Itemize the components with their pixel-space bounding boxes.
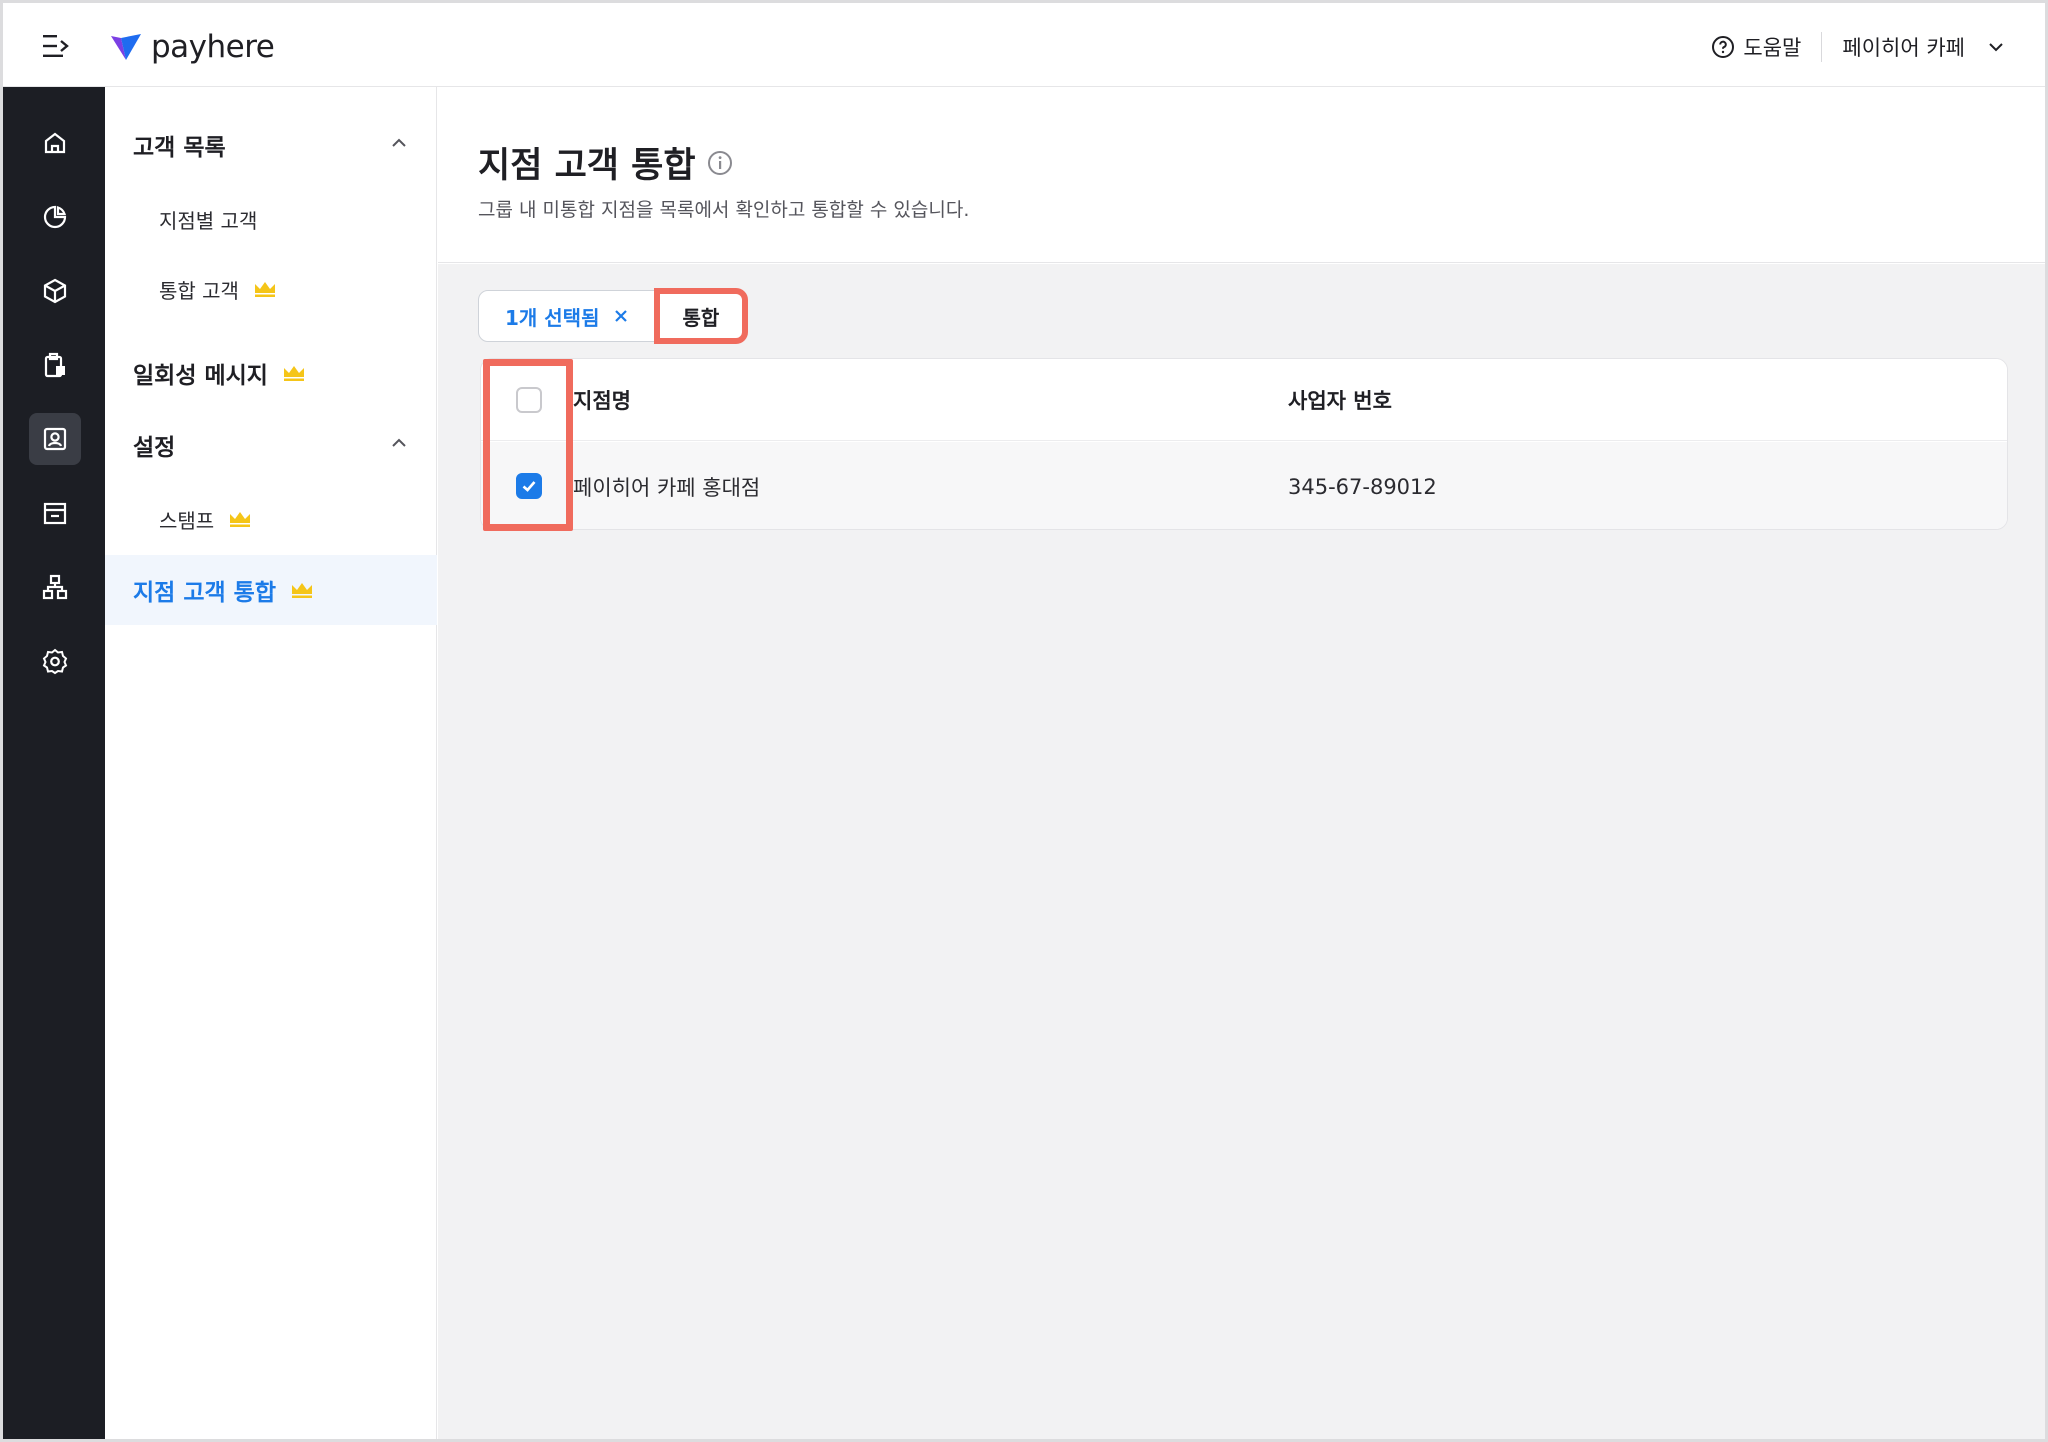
settings-icon[interactable] [29, 635, 81, 687]
row-checkbox[interactable] [516, 473, 542, 499]
store-name: 페이히어 카페 [1842, 36, 1965, 60]
chevron-down-icon [1989, 43, 2003, 52]
sidebar-item-one-time-message[interactable]: 일회성 메시지 [105, 343, 437, 403]
help-button[interactable]: 도움말 [1711, 32, 1801, 62]
sidebar-group-label: 일회성 메시지 [133, 363, 268, 389]
crown-icon [291, 583, 312, 598]
sidebar-item-stamp[interactable]: 스탬프 [105, 491, 437, 547]
crown-icon [254, 282, 275, 297]
icon-rail [3, 87, 105, 1439]
page-title-text: 지점 고객 통합 [478, 146, 696, 186]
cell-branch-name: 페이히어 카페 홍대점 [573, 475, 761, 500]
table-header: 지점명 사업자 번호 [481, 359, 2007, 441]
clipboard-icon[interactable] [29, 339, 81, 391]
column-header-branch-name: 지점명 [573, 388, 631, 413]
store-selector[interactable]: 페이히어 카페 [1842, 32, 2005, 62]
sidebar-item-label: 통합 고객 [159, 278, 239, 303]
table-row[interactable]: 페이히어 카페 홍대점 345-67-89012 [481, 442, 2007, 529]
customer-icon[interactable] [29, 413, 81, 465]
box-icon[interactable] [29, 265, 81, 317]
app-window: payhere 도움말 페이히어 카페 고객 목록 지점별 고객 통합 고객 일… [0, 0, 2048, 1442]
crown-icon [283, 366, 304, 381]
sidebar-item-label: 지점 고객 통합 [133, 580, 276, 606]
sidebar-item-label: 스탬프 [159, 508, 215, 533]
page-title: 지점 고객 통합 [478, 137, 734, 188]
merge-button[interactable]: 통합 [654, 288, 749, 344]
store-icon[interactable] [29, 487, 81, 539]
chart-pie-icon[interactable] [29, 191, 81, 243]
logo[interactable]: payhere [109, 27, 275, 67]
page-header: 지점 고객 통합 그룹 내 미통합 지점을 목록에서 확인하고 통합할 수 있습… [438, 87, 2045, 263]
clear-selection-chip[interactable]: 1개 선택됨 [478, 290, 657, 342]
sidebar-item-label: 지점별 고객 [159, 208, 258, 233]
select-all-checkbox[interactable] [516, 387, 542, 413]
close-icon [615, 310, 628, 322]
sidebar-item-integrated[interactable]: 통합 고객 [105, 261, 437, 317]
top-header: payhere 도움말 페이히어 카페 [3, 3, 2045, 87]
menu-toggle-icon[interactable] [39, 31, 75, 61]
chevron-up-icon [392, 438, 406, 447]
header-divider [1821, 32, 1823, 62]
sub-sidebar: 고객 목록 지점별 고객 통합 고객 일회성 메시지 설정 스탬프 지점 고객 … [105, 87, 437, 1439]
branch-table: 지점명 사업자 번호 페이히어 카페 홍대점 345-67-89012 [480, 358, 2008, 530]
info-icon[interactable] [706, 149, 734, 177]
column-header-business-number: 사업자 번호 [1288, 388, 1392, 413]
logo-mark-icon [111, 34, 141, 60]
sidebar-group-settings[interactable]: 설정 [105, 415, 437, 475]
main-content: 1개 선택됨 통합 지점명 사업자 번호 페이히어 카페 홍대점 345-67-… [438, 264, 2045, 1439]
sidebar-item-branch-merge[interactable]: 지점 고객 통합 [105, 555, 437, 625]
cell-business-number: 345-67-89012 [1288, 474, 1437, 499]
org-chart-icon[interactable] [29, 561, 81, 613]
selected-count-label: 1개 선택됨 [505, 305, 600, 330]
selection-toolbar: 1개 선택됨 통합 [478, 288, 749, 344]
crown-icon [230, 512, 251, 527]
help-icon [1712, 36, 1735, 58]
sidebar-group-label: 설정 [133, 435, 176, 461]
help-label: 도움말 [1743, 36, 1802, 60]
logo-text: payhere [151, 29, 275, 65]
sidebar-item-by-branch[interactable]: 지점별 고객 [105, 191, 437, 247]
page-description: 그룹 내 미통합 지점을 목록에서 확인하고 통합할 수 있습니다. [478, 199, 970, 221]
sidebar-group-label: 고객 목록 [133, 135, 226, 161]
chevron-up-icon [392, 138, 406, 147]
check-icon [522, 481, 536, 492]
sidebar-group-customer-list[interactable]: 고객 목록 [105, 115, 437, 175]
home-icon[interactable] [29, 117, 81, 169]
